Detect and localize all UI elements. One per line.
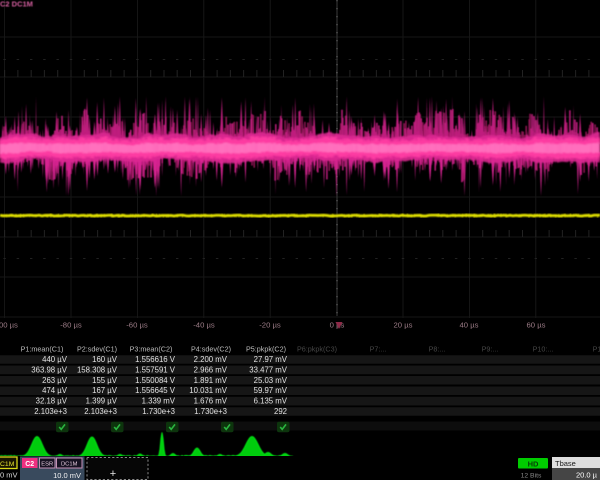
svg-text:60 µs: 60 µs bbox=[527, 321, 546, 330]
svg-text:2.966 mV: 2.966 mV bbox=[194, 365, 228, 374]
svg-text:155 µV: 155 µV bbox=[92, 376, 118, 385]
svg-text:C2 DC1M: C2 DC1M bbox=[0, 0, 33, 9]
svg-text:158.308 µV: 158.308 µV bbox=[77, 365, 118, 374]
svg-text:1.556645 V: 1.556645 V bbox=[135, 386, 176, 395]
svg-text:HD: HD bbox=[528, 459, 539, 468]
svg-text:2.103e+3: 2.103e+3 bbox=[84, 407, 117, 416]
svg-text:P3:mean(C2): P3:mean(C2) bbox=[130, 345, 173, 354]
svg-text:33.477 mV: 33.477 mV bbox=[249, 365, 288, 374]
svg-text:0 mV: 0 mV bbox=[0, 471, 18, 480]
svg-text:167 µV: 167 µV bbox=[92, 386, 118, 395]
svg-text:10.031 mV: 10.031 mV bbox=[189, 386, 228, 395]
svg-text:1.550084 V: 1.550084 V bbox=[135, 376, 176, 385]
svg-text:DC1M: DC1M bbox=[61, 462, 78, 468]
svg-text:P5:pkpk(C2): P5:pkpk(C2) bbox=[246, 345, 286, 354]
svg-text:440 µV: 440 µV bbox=[42, 355, 68, 364]
svg-text:P7:...: P7:... bbox=[370, 345, 387, 354]
svg-text:P10:...: P10:... bbox=[533, 345, 554, 354]
svg-text:P9:...: P9:... bbox=[482, 345, 499, 354]
svg-text:1.399 µV: 1.399 µV bbox=[86, 397, 118, 406]
svg-text:160 µV: 160 µV bbox=[92, 355, 118, 364]
svg-text:292: 292 bbox=[274, 407, 287, 416]
svg-text:10.0 mV: 10.0 mV bbox=[53, 471, 81, 480]
svg-text:P4:sdev(C2): P4:sdev(C2) bbox=[191, 345, 231, 354]
svg-text:P1:mean(C1): P1:mean(C1) bbox=[21, 345, 64, 354]
svg-text:32.18 µV: 32.18 µV bbox=[36, 397, 68, 406]
svg-text:1.557591 V: 1.557591 V bbox=[135, 365, 176, 374]
svg-text:2.103e+3: 2.103e+3 bbox=[34, 407, 67, 416]
svg-text:-80 µs: -80 µs bbox=[60, 321, 82, 330]
svg-text:12 Bits: 12 Bits bbox=[521, 473, 542, 480]
svg-text:P1: P1 bbox=[593, 345, 600, 354]
svg-text:20 µs: 20 µs bbox=[394, 321, 413, 330]
svg-text:1.730e+3: 1.730e+3 bbox=[194, 407, 227, 416]
svg-text:1.730e+3: 1.730e+3 bbox=[142, 407, 175, 416]
svg-text:P2:sdev(C1): P2:sdev(C1) bbox=[77, 345, 117, 354]
svg-text:1.339 mV: 1.339 mV bbox=[142, 397, 176, 406]
svg-text:363.98 µV: 363.98 µV bbox=[31, 365, 68, 374]
svg-text:Tbase: Tbase bbox=[555, 459, 576, 468]
svg-text:6.135 mV: 6.135 mV bbox=[254, 397, 288, 406]
svg-text:474 µV: 474 µV bbox=[42, 386, 68, 395]
svg-text:-60 µs: -60 µs bbox=[126, 321, 148, 330]
svg-text:263 µV: 263 µV bbox=[42, 376, 68, 385]
svg-text:27.97 mV: 27.97 mV bbox=[254, 355, 288, 364]
svg-text:25.03 mV: 25.03 mV bbox=[254, 376, 288, 385]
svg-text:20.0 µ: 20.0 µ bbox=[576, 471, 598, 480]
svg-text:-100 µs: -100 µs bbox=[0, 321, 18, 330]
svg-text:1.891 mV: 1.891 mV bbox=[194, 376, 228, 385]
svg-text:-20 µs: -20 µs bbox=[259, 321, 281, 330]
svg-text:P6:pkpk(C3): P6:pkpk(C3) bbox=[297, 345, 337, 354]
svg-text:-40 µs: -40 µs bbox=[193, 321, 215, 330]
svg-text:40 µs: 40 µs bbox=[460, 321, 479, 330]
svg-text:P8:...: P8:... bbox=[429, 345, 446, 354]
svg-text:C2: C2 bbox=[25, 461, 34, 468]
svg-text:ESR: ESR bbox=[41, 462, 53, 468]
svg-text:1.556616 V: 1.556616 V bbox=[135, 355, 176, 364]
svg-text:59.97 mV: 59.97 mV bbox=[254, 386, 288, 395]
svg-text:1.676 mV: 1.676 mV bbox=[194, 397, 228, 406]
svg-text:+: + bbox=[110, 468, 116, 480]
svg-text:C1M: C1M bbox=[0, 461, 15, 468]
svg-text:2.200 mV: 2.200 mV bbox=[194, 355, 228, 364]
